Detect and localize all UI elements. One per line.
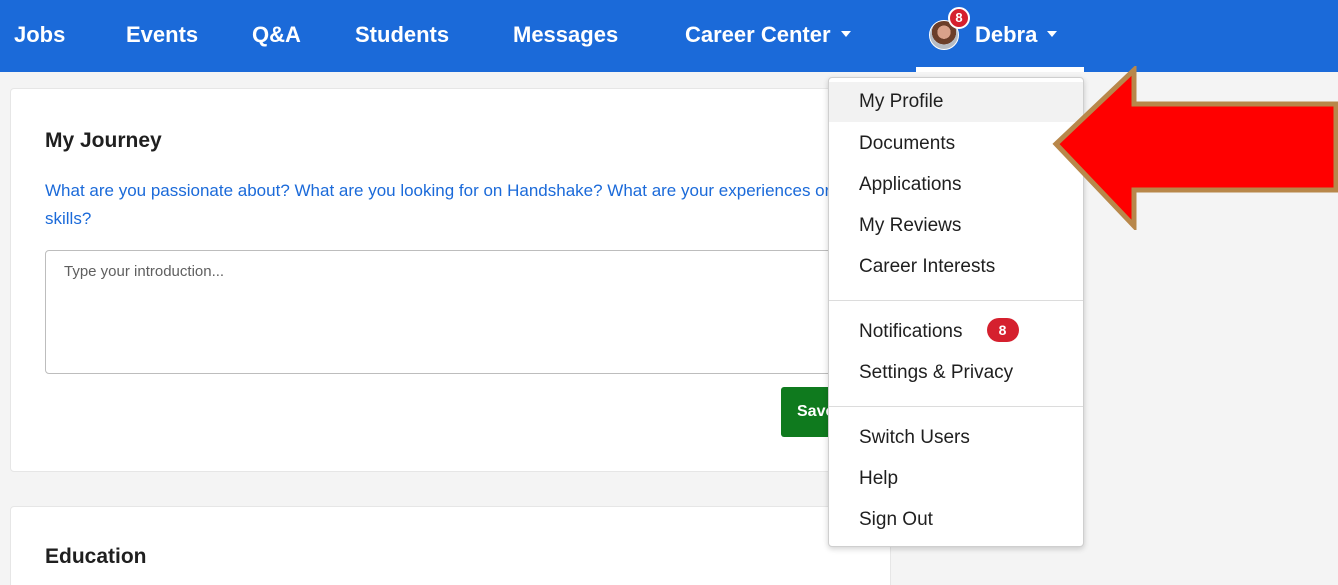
journey-prompt: What are you passionate about? What are … (45, 181, 831, 228)
menu-item-help[interactable]: Help (829, 459, 1083, 499)
menu-item-switch-users[interactable]: Switch Users (829, 418, 1083, 458)
menu-item-career-interests[interactable]: Career Interests (829, 247, 1083, 287)
notifications-badge: 8 (986, 317, 1019, 342)
red-arrow-icon (1052, 66, 1338, 230)
chevron-down-icon (1047, 31, 1058, 38)
nav-messages[interactable]: Messages (513, 20, 618, 50)
nav-events[interactable]: Events (126, 20, 198, 50)
nav-career-center[interactable]: Career Center (685, 20, 851, 50)
nav-students[interactable]: Students (355, 20, 449, 50)
nav-jobs[interactable]: Jobs (14, 20, 65, 50)
nav-qa[interactable]: Q&A (252, 20, 301, 50)
nav-user-menu[interactable]: Debra (975, 20, 1058, 50)
chevron-down-icon (840, 31, 851, 38)
introduction-input[interactable] (45, 250, 855, 374)
menu-item-notifications[interactable]: Notifications 8 (829, 312, 1083, 352)
section-title: Education (45, 545, 147, 568)
menu-item-applications[interactable]: Applications (829, 165, 1083, 205)
my-journey-card: My Journey What are you passionate about… (10, 88, 891, 472)
menu-item-my-reviews[interactable]: My Reviews (829, 206, 1083, 246)
menu-item-notifications-label: Notifications (859, 321, 963, 342)
nav-career-center-label: Career Center (685, 22, 831, 47)
section-title: My Journey (45, 129, 162, 152)
education-card: Education (10, 506, 891, 585)
menu-item-sign-out[interactable]: Sign Out (829, 500, 1083, 540)
menu-divider (829, 406, 1083, 407)
top-nav: Jobs Events Q&A Students Messages Career… (0, 0, 1338, 72)
menu-item-my-profile[interactable]: My Profile (829, 82, 1083, 122)
user-name: Debra (975, 22, 1038, 47)
menu-divider (829, 300, 1083, 301)
menu-item-documents[interactable]: Documents (829, 124, 1083, 164)
menu-item-settings-privacy[interactable]: Settings & Privacy (829, 353, 1083, 393)
user-dropdown-menu: My Profile Documents Applications My Rev… (828, 77, 1084, 547)
notification-count-badge: 8 (948, 7, 970, 29)
